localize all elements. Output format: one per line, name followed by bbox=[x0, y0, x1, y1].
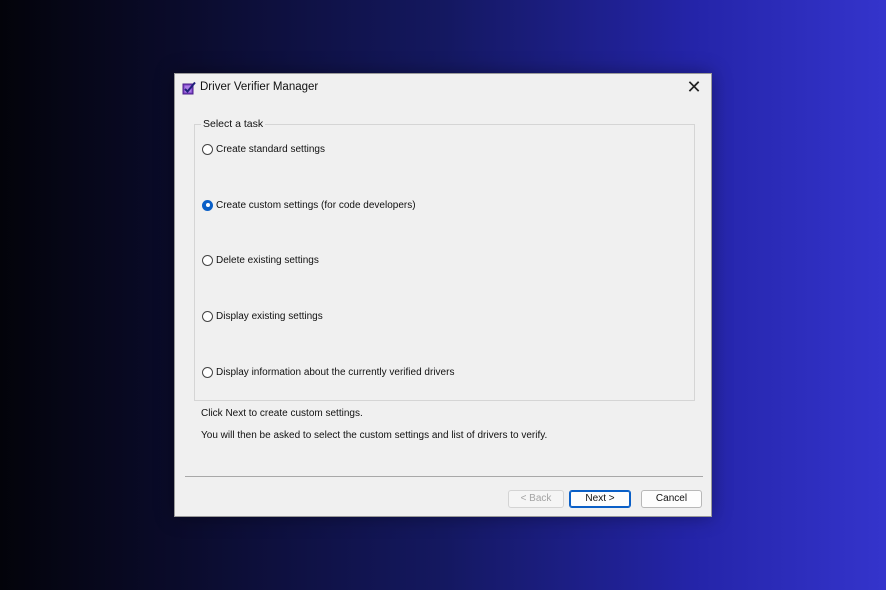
info-text-line-2: You will then be asked to select the cus… bbox=[201, 430, 547, 441]
driver-verifier-checklist-icon bbox=[182, 81, 196, 95]
option-display-existing-settings[interactable]: Display existing settings bbox=[202, 309, 323, 323]
cancel-button[interactable]: Cancel bbox=[641, 490, 702, 508]
radio-button-selected[interactable] bbox=[202, 200, 213, 211]
option-create-standard-settings[interactable]: Create standard settings bbox=[202, 142, 325, 156]
close-icon: ✕ bbox=[686, 77, 701, 97]
radio-label: Display existing settings bbox=[216, 311, 323, 322]
radio-button[interactable] bbox=[202, 367, 213, 378]
radio-label: Delete existing settings bbox=[216, 255, 319, 266]
radio-button[interactable] bbox=[202, 144, 213, 155]
select-task-group: Select a task Create standard settings C… bbox=[194, 124, 695, 401]
option-display-verified-drivers-info[interactable]: Display information about the currently … bbox=[202, 365, 454, 379]
info-text-line-1: Click Next to create custom settings. bbox=[201, 408, 363, 419]
driver-verifier-dialog: Driver Verifier Manager ✕ Select a task … bbox=[174, 73, 712, 517]
title-bar: Driver Verifier Manager ✕ bbox=[175, 74, 711, 102]
radio-label: Display information about the currently … bbox=[216, 367, 454, 378]
next-button[interactable]: Next > bbox=[569, 490, 631, 508]
back-button[interactable]: < Back bbox=[508, 490, 564, 508]
radio-label: Create standard settings bbox=[216, 144, 325, 155]
window-title: Driver Verifier Manager bbox=[200, 81, 318, 93]
radio-label: Create custom settings (for code develop… bbox=[216, 200, 416, 211]
group-legend: Select a task bbox=[201, 118, 265, 130]
option-create-custom-settings[interactable]: Create custom settings (for code develop… bbox=[202, 198, 416, 212]
radio-button[interactable] bbox=[202, 255, 213, 266]
option-delete-existing-settings[interactable]: Delete existing settings bbox=[202, 253, 319, 267]
radio-button[interactable] bbox=[202, 311, 213, 322]
close-button[interactable]: ✕ bbox=[681, 76, 707, 98]
separator bbox=[185, 476, 703, 477]
